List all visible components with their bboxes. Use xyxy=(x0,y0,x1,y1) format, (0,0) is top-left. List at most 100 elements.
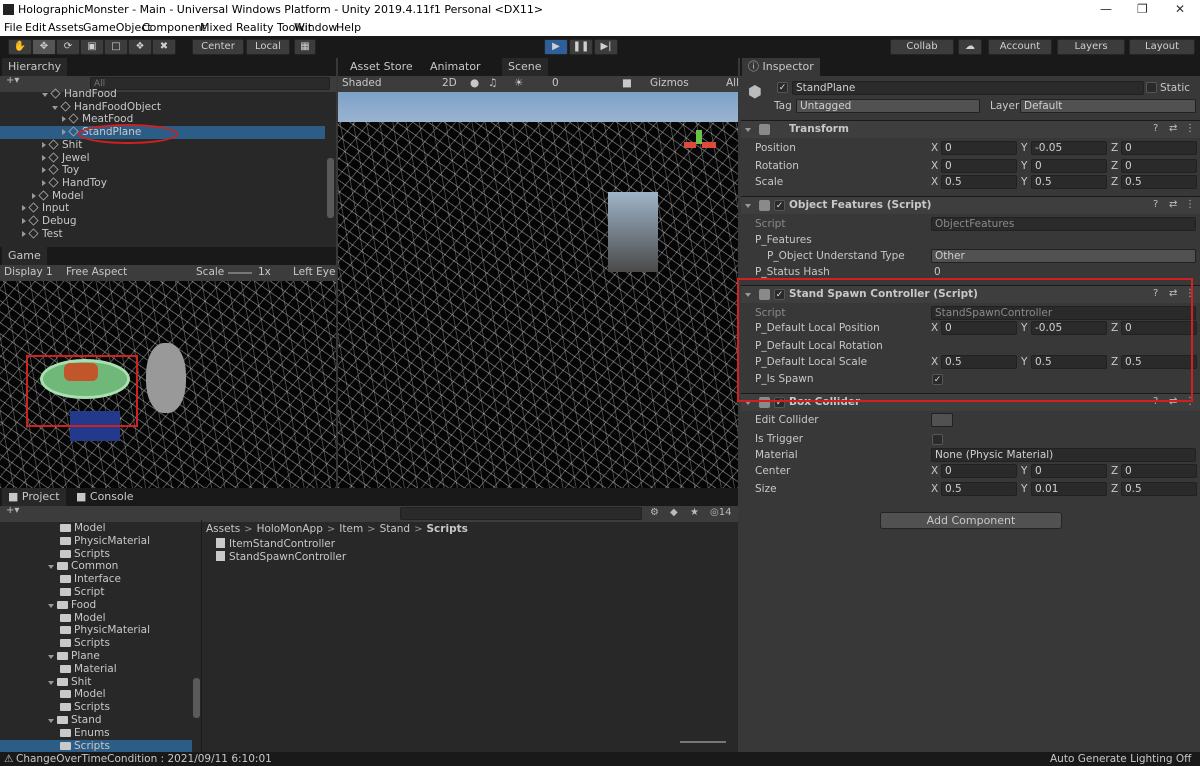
collapsed-arrow-icon[interactable] xyxy=(42,167,46,174)
hierarchy-scrollbar[interactable] xyxy=(327,158,334,218)
step-button[interactable]: ▶| xyxy=(594,39,618,55)
project-folder-item[interactable]: Scripts xyxy=(0,739,192,753)
center-x-field[interactable]: 0 xyxy=(941,464,1017,478)
rect-tool-icon[interactable]: □ xyxy=(104,39,128,55)
minimize-icon[interactable]: — xyxy=(1100,2,1112,16)
tab-asset-store[interactable]: Asset Store xyxy=(344,58,419,76)
project-folder-item[interactable]: Enums xyxy=(0,727,192,740)
fx-icon[interactable]: ☀ xyxy=(514,77,523,90)
tab-scene[interactable]: Scene xyxy=(502,58,548,76)
project-folder-item[interactable]: Scripts xyxy=(0,548,192,561)
tab-project[interactable]: ■ Project xyxy=(2,488,66,506)
layers-dropdown[interactable]: Layers xyxy=(1057,39,1125,55)
object-features-header[interactable]: ✓ Object Features (Script)? ⇄ ⋮ xyxy=(741,196,1200,214)
tab-inspector[interactable]: ⓘ Inspector xyxy=(742,58,820,76)
object-name-field[interactable]: StandPlane xyxy=(792,81,1144,95)
edit-collider-button[interactable] xyxy=(931,413,953,427)
project-folder-item[interactable]: Model xyxy=(0,688,192,701)
tag-dropdown[interactable]: Untagged xyxy=(796,99,980,113)
collapsed-arrow-icon[interactable] xyxy=(42,141,46,148)
foldout-icon[interactable] xyxy=(745,128,751,132)
collapsed-arrow-icon[interactable] xyxy=(62,116,66,123)
transform-tool-icon[interactable]: ❖ xyxy=(128,39,152,55)
is-trigger-checkbox[interactable] xyxy=(932,434,943,445)
material-field[interactable]: None (Physic Material) xyxy=(931,448,1196,462)
help-icon[interactable]: ? xyxy=(1153,199,1158,210)
breadcrumb-item[interactable]: HoloMonApp xyxy=(257,523,323,535)
project-folder-item[interactable]: Food xyxy=(0,599,192,612)
collapsed-arrow-icon[interactable] xyxy=(42,179,46,186)
collapsed-arrow-icon[interactable] xyxy=(42,154,46,161)
collab-button[interactable]: Collab xyxy=(890,39,954,55)
display-dropdown[interactable]: Display 1 xyxy=(4,266,53,279)
layout-dropdown[interactable]: Layout xyxy=(1129,39,1195,55)
tab-animator[interactable]: Animator xyxy=(424,58,487,76)
expanded-arrow-icon[interactable] xyxy=(48,655,54,659)
menu-component[interactable]: Component xyxy=(142,21,206,34)
scale-slider[interactable] xyxy=(228,272,252,274)
play-button[interactable]: ▶ xyxy=(544,39,568,55)
menu-assets[interactable]: Assets xyxy=(48,21,84,34)
help-icon[interactable]: ? xyxy=(1153,123,1158,134)
filter-label-icon[interactable]: ◆ xyxy=(670,507,678,518)
scale-x-field[interactable]: 0.5 xyxy=(941,175,1017,189)
size-z-field[interactable]: 0.5 xyxy=(1121,482,1197,496)
move-tool-icon[interactable]: ✥ xyxy=(32,39,56,55)
hierarchy-item[interactable]: Input xyxy=(0,202,325,215)
tab-game[interactable]: Game xyxy=(2,247,47,265)
project-folder-item[interactable]: Scripts xyxy=(0,637,192,650)
2d-toggle[interactable]: 2D xyxy=(442,77,457,90)
scale-y-field[interactable]: 0.5 xyxy=(1031,175,1107,189)
transform-header[interactable]: Transform? ⇄ ⋮ xyxy=(741,120,1200,138)
lighting-icon[interactable]: ● xyxy=(470,77,479,90)
layer-dropdown[interactable]: Default xyxy=(1020,99,1196,113)
project-folder-item[interactable]: PhysicMaterial xyxy=(0,535,192,548)
project-add-icon[interactable]: +▾ xyxy=(6,505,19,516)
hierarchy-item[interactable]: Model xyxy=(0,190,325,203)
project-folder-item[interactable]: Model xyxy=(0,612,192,625)
project-folder-item[interactable]: Interface xyxy=(0,573,192,586)
scene-gizmo[interactable] xyxy=(684,130,716,160)
center-y-field[interactable]: 0 xyxy=(1031,464,1107,478)
filter-type-icon[interactable]: ⚙ xyxy=(650,507,659,518)
rotation-z-field[interactable]: 0 xyxy=(1121,159,1197,173)
expanded-arrow-icon[interactable] xyxy=(48,680,54,685)
collapsed-arrow-icon[interactable] xyxy=(32,192,36,199)
component-menu-icon[interactable]: ⋮ xyxy=(1185,199,1195,210)
hierarchy-item[interactable]: MeatFood xyxy=(0,113,325,126)
menu-window[interactable]: Window xyxy=(294,21,337,34)
active-checkbox[interactable]: ✓ xyxy=(777,82,788,93)
scene-viewport[interactable] xyxy=(338,92,738,488)
project-folder-item[interactable]: Script xyxy=(0,586,192,599)
expanded-arrow-icon[interactable] xyxy=(42,93,48,97)
position-y-field[interactable]: -0.05 xyxy=(1031,141,1107,155)
breadcrumb-item[interactable]: Assets xyxy=(206,523,240,535)
expanded-arrow-icon[interactable] xyxy=(48,719,54,723)
account-dropdown[interactable]: Account xyxy=(988,39,1052,55)
rotation-x-field[interactable]: 0 xyxy=(941,159,1017,173)
status-message[interactable]: ChangeOverTimeCondition : 2021/09/11 6:1… xyxy=(16,753,272,766)
expanded-arrow-icon[interactable] xyxy=(48,603,54,608)
project-folder-item[interactable]: Scripts xyxy=(0,701,192,714)
hierarchy-item[interactable]: Jewel xyxy=(0,152,325,165)
grid-snap-icon[interactable]: ▦ xyxy=(294,39,316,55)
position-x-field[interactable]: 0 xyxy=(941,141,1017,155)
collapsed-arrow-icon[interactable] xyxy=(22,230,26,237)
project-folder-item[interactable]: PhysicMaterial xyxy=(0,624,192,637)
close-icon[interactable]: ✕ xyxy=(1175,2,1185,16)
tab-console[interactable]: ■ Console xyxy=(70,488,140,506)
collapsed-arrow-icon[interactable] xyxy=(62,129,66,136)
script-file[interactable]: ItemStandController xyxy=(216,538,335,551)
add-icon[interactable]: +▾ xyxy=(6,75,19,86)
collapsed-arrow-icon[interactable] xyxy=(22,218,26,224)
custom-tool-icon[interactable]: ✖ xyxy=(152,39,176,55)
component-menu-icon[interactable]: ⋮ xyxy=(1185,123,1195,134)
size-y-field[interactable]: 0.01 xyxy=(1031,482,1107,496)
add-component-button[interactable]: Add Component xyxy=(880,512,1062,529)
pivot-local-button[interactable]: Local xyxy=(246,39,290,55)
cloud-icon[interactable]: ☁ xyxy=(958,39,982,55)
gizmos-dropdown[interactable]: Gizmos xyxy=(650,77,689,90)
pause-button[interactable]: ❚❚ xyxy=(569,39,593,55)
collapsed-arrow-icon[interactable] xyxy=(22,205,26,212)
menu-file[interactable]: File xyxy=(4,21,22,34)
